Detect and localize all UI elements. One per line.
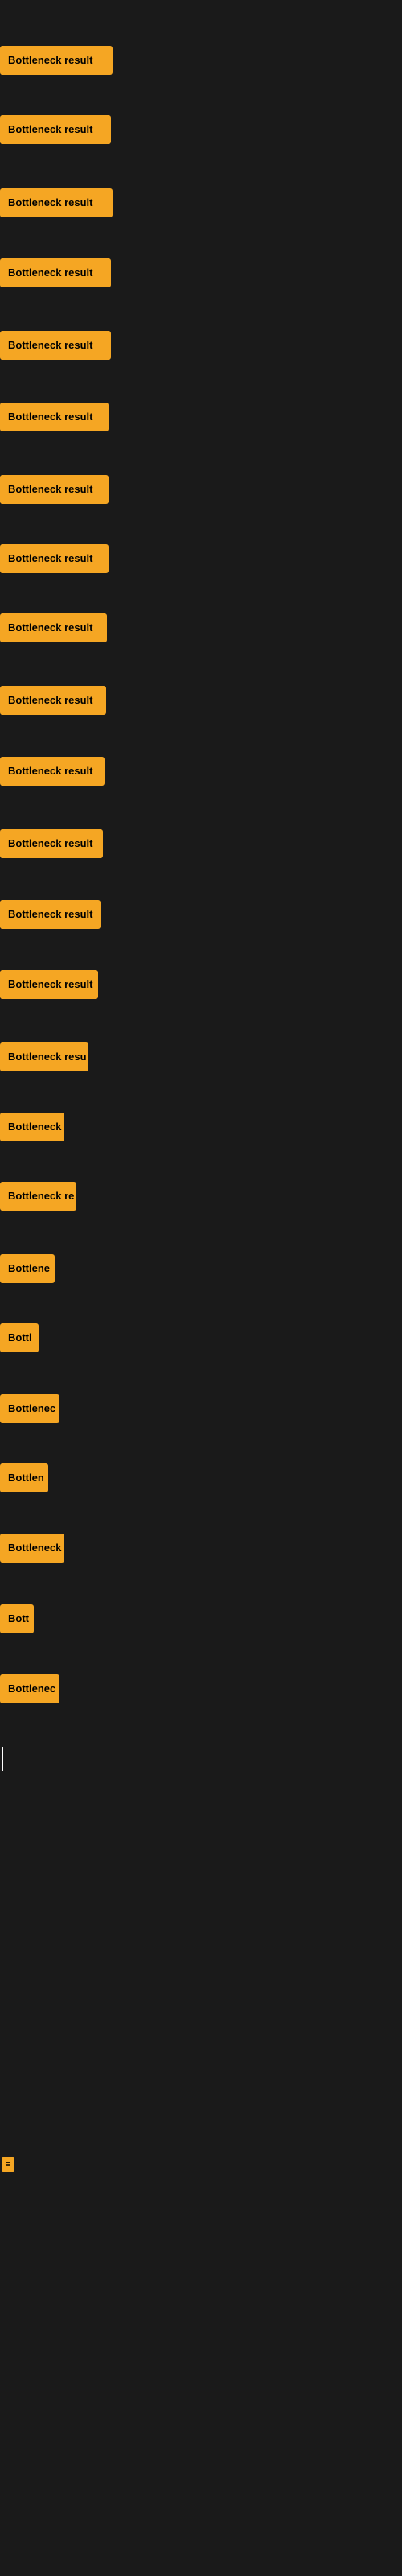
bottleneck-result-item[interactable]: Bottl [0, 1323, 39, 1352]
bottleneck-result-item[interactable]: Bottleneck result [0, 900, 100, 929]
bottleneck-result-item[interactable]: Bottleneck result [0, 402, 109, 431]
bottleneck-result-item[interactable]: Bottleneck result [0, 613, 107, 642]
small-indicator: ≡ [2, 2157, 14, 2172]
bottleneck-result-item[interactable]: Bottlen [0, 1463, 48, 1492]
cursor-line [2, 1747, 3, 1771]
bottleneck-result-item[interactable]: Bottlene [0, 1254, 55, 1283]
bottleneck-result-item[interactable]: Bottleneck result [0, 970, 98, 999]
bottleneck-result-item[interactable]: Bottleneck result [0, 829, 103, 858]
bottleneck-result-item[interactable]: Bottleneck result [0, 686, 106, 715]
bottleneck-result-item[interactable]: Bottleneck re [0, 1182, 76, 1211]
bottleneck-result-item[interactable]: Bottleneck result [0, 544, 109, 573]
bottleneck-result-item[interactable]: Bottleneck result [0, 46, 113, 75]
bottleneck-result-item[interactable]: Bottleneck [0, 1534, 64, 1563]
site-title [0, 0, 402, 13]
bottleneck-result-item[interactable]: Bottlenec [0, 1674, 59, 1703]
bottleneck-result-item[interactable]: Bottleneck resu [0, 1042, 88, 1071]
bottleneck-result-item[interactable]: Bott [0, 1604, 34, 1633]
bottleneck-result-item[interactable]: Bottleneck result [0, 331, 111, 360]
bottleneck-result-item[interactable]: Bottleneck result [0, 188, 113, 217]
bottleneck-result-item[interactable]: Bottleneck result [0, 115, 111, 144]
bottleneck-result-item[interactable]: Bottleneck result [0, 475, 109, 504]
bottleneck-result-item[interactable]: Bottleneck result [0, 757, 105, 786]
bottleneck-result-item[interactable]: Bottleneck result [0, 258, 111, 287]
bottleneck-result-item[interactable]: Bottleneck [0, 1113, 64, 1141]
bottleneck-result-item[interactable]: Bottlenec [0, 1394, 59, 1423]
